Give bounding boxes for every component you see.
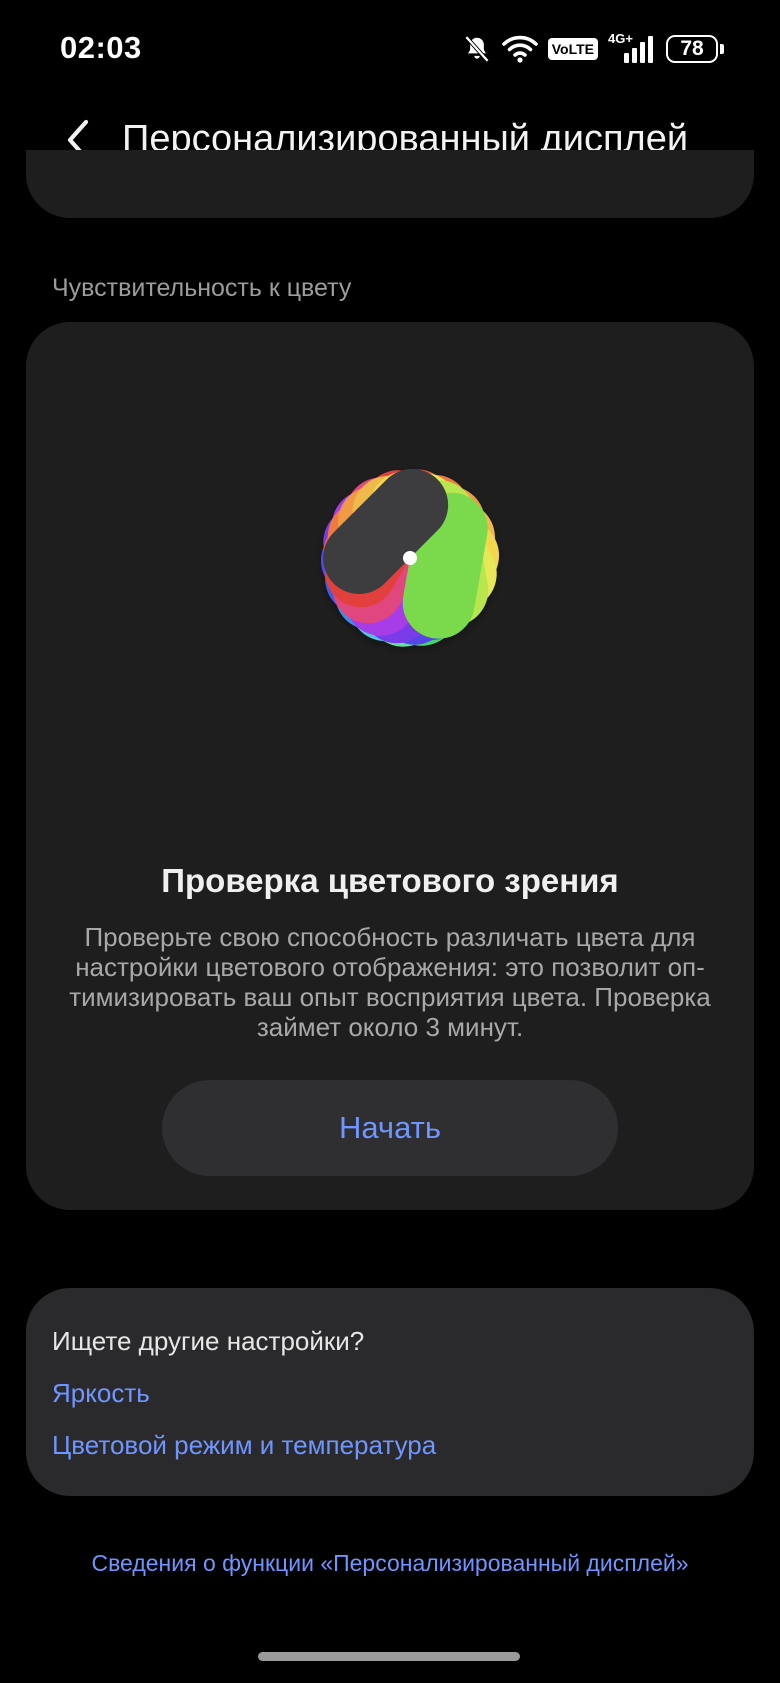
- start-button[interactable]: Начать: [162, 1080, 618, 1176]
- description-line: займет около 3 минут.: [256, 1012, 524, 1042]
- more-settings-heading: Ищете другие настройки?: [52, 1326, 365, 1356]
- card-description: Проверьте свою способность различать цве…: [56, 922, 724, 1042]
- status-time: 02:03: [60, 30, 142, 65]
- status-icons: VoLTE 4G+ 78: [462, 30, 724, 68]
- more-settings-card: Ищете другие настройки? Яркость Цветовой…: [26, 1288, 754, 1496]
- description-line: настройки цветового отображения: это поз…: [75, 952, 705, 982]
- status-bar: 02:03 VoLTE 4G+ 78: [0, 0, 780, 96]
- feature-info-link[interactable]: Сведения о функции «Персонализированный …: [0, 1550, 780, 1577]
- volte-icon: VoLTE: [547, 38, 598, 60]
- brightness-link[interactable]: Яркость: [52, 1378, 150, 1409]
- description-line: тимизировать ваш опыт восприятия цвета. …: [69, 982, 711, 1012]
- color-fan-icon: [320, 468, 500, 647]
- color-mode-link[interactable]: Цветовой режим и температура: [52, 1430, 436, 1461]
- color-test-card: Проверка цветового зрения Проверьте свою…: [26, 322, 754, 1210]
- battery-tip: [720, 44, 724, 54]
- card-title: Проверка цветового зрения: [161, 862, 619, 899]
- network-type: 4G+: [608, 31, 633, 46]
- battery-level: 78: [666, 35, 718, 63]
- previous-card-edge: [26, 150, 754, 218]
- bell-off-icon: [462, 34, 492, 64]
- description-line: Проверьте свою способность различать цве…: [84, 922, 696, 952]
- wifi-icon: [501, 34, 538, 64]
- signal-icon: 4G+: [608, 31, 656, 65]
- battery-icon: 78: [666, 35, 724, 63]
- home-indicator[interactable]: [258, 1652, 520, 1661]
- section-label: Чувствительность к цвету: [52, 274, 352, 302]
